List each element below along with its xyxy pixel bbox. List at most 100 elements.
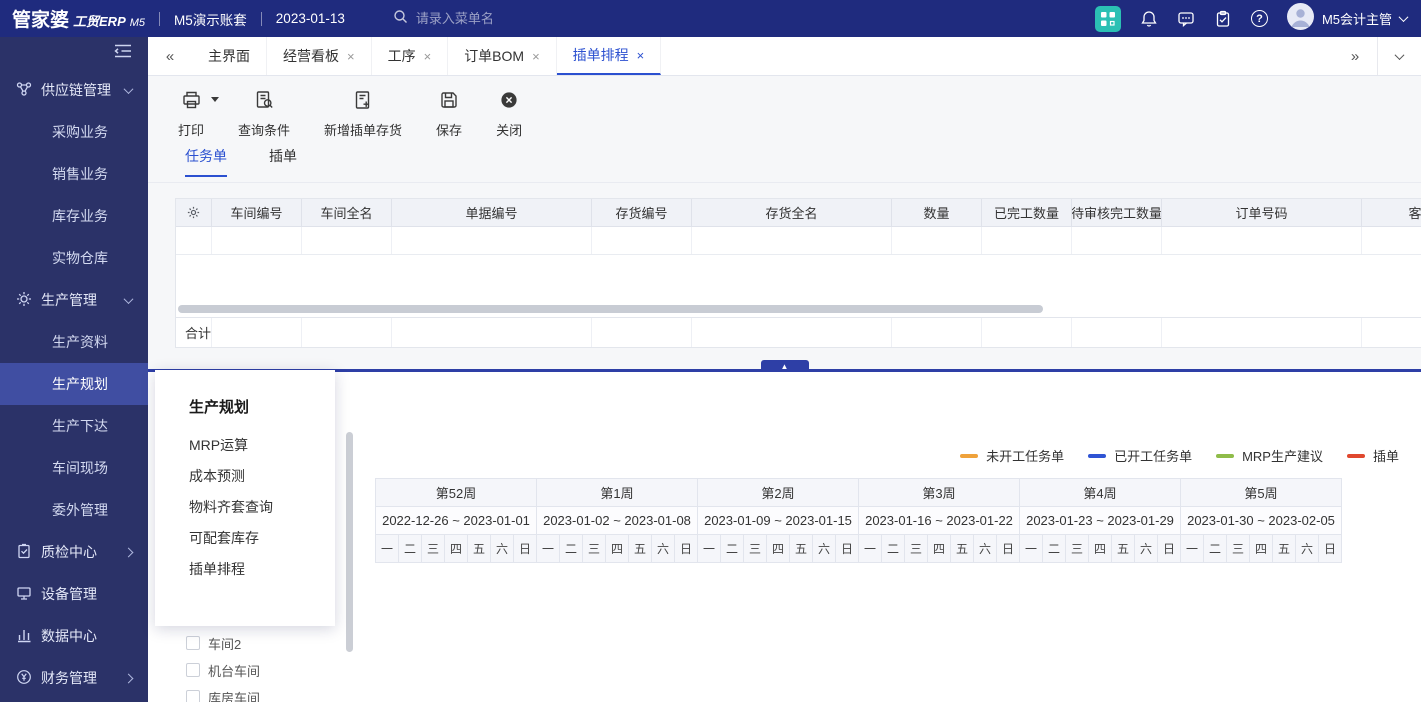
menu-item-mrp-calculation[interactable]: MRP运算 (155, 429, 335, 460)
column-header-item-code[interactable]: 存货编号 (592, 199, 692, 226)
sidebar-item-outsourcing[interactable]: 委外管理 (0, 489, 148, 531)
tab-main-screen[interactable]: 主界面 (192, 37, 267, 75)
tasks-clipboard-icon[interactable] (1214, 10, 1232, 28)
sidebar-item-inventory[interactable]: 库存业务 (0, 195, 148, 237)
tab-order-bom[interactable]: 订单BOM × (448, 37, 556, 75)
query-document-icon (254, 90, 274, 113)
horizontal-scrollbar[interactable] (178, 305, 1043, 313)
menu-item-cost-forecast[interactable]: 成本预测 (155, 460, 335, 491)
sidebar-group-finance[interactable]: 财务管理 (0, 657, 148, 699)
query-conditions-button[interactable]: 查询条件 (238, 90, 290, 139)
column-header-workshop-name[interactable]: 车间全名 (302, 199, 392, 226)
menu-item-insert-order-scheduling[interactable]: 插单排程 (155, 553, 335, 584)
user-menu[interactable]: M5会计主管 (1287, 3, 1407, 35)
workshop-checkbox-row[interactable]: 车间2 (186, 635, 260, 651)
sidebar-group-quality[interactable]: 质检中心 (0, 531, 148, 573)
calendar-day-label: 日 (675, 535, 697, 562)
sidebar-item-workshop-floor[interactable]: 车间现场 (0, 447, 148, 489)
chevron-down-icon (1395, 50, 1405, 60)
user-name: M5会计主管 (1322, 9, 1392, 28)
column-header-workshop-code[interactable]: 车间编号 (212, 199, 302, 226)
calendar-day-label: 五 (468, 535, 490, 562)
subtab-task-orders[interactable]: 任务单 (185, 146, 227, 177)
chevron-down-icon (124, 294, 134, 304)
chevron-right-icon (124, 673, 134, 683)
save-button[interactable]: 保存 (436, 90, 462, 139)
splitter-collapse-handle[interactable]: ▲ (761, 360, 809, 372)
sidebar-item-purchase[interactable]: 采购业务 (0, 111, 148, 153)
calendar-day-label: 五 (951, 535, 973, 562)
chevron-down-icon (1399, 12, 1409, 22)
calendar-week-range: 2022-12-26 ~ 2023-01-01 (376, 507, 536, 534)
notifications-bell-icon[interactable] (1140, 10, 1158, 28)
checkbox[interactable] (186, 663, 200, 677)
tabs-scroll-left-button[interactable]: « (148, 37, 192, 75)
print-button[interactable]: 打印 (178, 90, 204, 139)
vertical-scrollbar[interactable] (346, 432, 353, 652)
workshop-checkbox-row[interactable]: 机台车间 (186, 662, 260, 678)
sidebar-item-production-release[interactable]: 生产下达 (0, 405, 148, 447)
calendar-day-label: 六 (1296, 535, 1318, 562)
weilianbao-app-icon[interactable] (1095, 6, 1121, 32)
subtab-insert-orders[interactable]: 插单 (269, 146, 297, 177)
tab-business-dashboard[interactable]: 经营看板 × (267, 37, 372, 75)
tabs-scroll-right-button[interactable]: » (1333, 37, 1377, 75)
add-insert-order-item-button[interactable]: 新增插单存货 (324, 90, 402, 139)
gantt-panel: 未开工任务单 已开工任务单 MRP生产建议 插单 第52周第1周第2周第3周第4… (148, 372, 1421, 702)
close-tab-icon[interactable]: × (424, 50, 432, 63)
menu-item-material-kit-query[interactable]: 物料齐套查询 (155, 491, 335, 522)
checkbox[interactable] (186, 636, 200, 650)
close-tab-icon[interactable]: × (637, 49, 645, 62)
column-header-quantity[interactable]: 数量 (892, 199, 982, 226)
menu-search[interactable] (393, 9, 546, 29)
calendar-day-label: 二 (721, 535, 743, 562)
chevron-down-icon (124, 84, 134, 94)
column-settings-button[interactable] (176, 199, 212, 226)
sidebar-collapse-button[interactable] (0, 37, 148, 69)
column-header-document-no[interactable]: 单据编号 (392, 199, 592, 226)
task-order-table: 车间编号 车间全名 单据编号 存货编号 存货全名 数量 已完工数量 待审核完工数… (175, 198, 1421, 348)
column-header-finished-qty[interactable]: 已完工数量 (982, 199, 1072, 226)
column-header-customer[interactable]: 客户 (1362, 199, 1421, 226)
tab-insert-order-scheduling[interactable]: 插单排程 × (557, 37, 662, 75)
calendar-day-label: 五 (790, 535, 812, 562)
calendar-day-label: 一 (1181, 535, 1203, 562)
close-tab-icon[interactable]: × (532, 50, 540, 63)
sidebar-group-production[interactable]: 生产管理 (0, 279, 148, 321)
calendar-week-label: 第5周 (1181, 479, 1341, 506)
save-floppy-icon (439, 90, 459, 113)
legend-swatch (1216, 454, 1234, 458)
calendar-week-range: 2023-01-02 ~ 2023-01-08 (537, 507, 697, 534)
business-date[interactable]: 2023-01-13 (276, 11, 345, 26)
tabs-dropdown-button[interactable] (1377, 37, 1421, 75)
account-set-label[interactable]: M5演示账套 (174, 9, 247, 29)
sidebar-item-sales[interactable]: 销售业务 (0, 153, 148, 195)
calendar-week-label: 第4周 (1020, 479, 1180, 506)
subtabs: 任务单 插单 (185, 146, 297, 177)
tab-process[interactable]: 工序 × (372, 37, 449, 75)
checkbox[interactable] (186, 690, 200, 702)
sidebar-item-physical-warehouse[interactable]: 实物仓库 (0, 237, 148, 279)
column-header-pending-audit-qty[interactable]: 待审核完工数量 (1072, 199, 1162, 226)
sidebar-group-data-center[interactable]: 数据中心 (0, 615, 148, 657)
sidebar-item-production-data[interactable]: 生产资料 (0, 321, 148, 363)
menu-item-available-kit-stock[interactable]: 可配套库存 (155, 522, 335, 553)
calendar-day-label: 六 (813, 535, 835, 562)
sidebar-group-supply-chain[interactable]: 供应链管理 (0, 69, 148, 111)
calendar-day-label: 三 (905, 535, 927, 562)
calendar-day-label: 一 (537, 535, 559, 562)
column-header-item-name[interactable]: 存货全名 (692, 199, 892, 226)
sidebar-group-equipment[interactable]: 设备管理 (0, 573, 148, 615)
close-button[interactable]: 关闭 (496, 90, 522, 139)
close-tab-icon[interactable]: × (347, 50, 355, 63)
calendar-week-range: 2023-01-23 ~ 2023-01-29 (1020, 507, 1180, 534)
tab-strip-right: » (1333, 37, 1421, 75)
calendar-week-label: 第3周 (859, 479, 1019, 506)
workshop-checkbox-row[interactable]: 库房车间 (186, 689, 260, 702)
messages-chat-icon[interactable] (1177, 10, 1195, 28)
sidebar-item-production-planning[interactable]: 生产规划 (0, 363, 148, 405)
print-dropdown-caret[interactable] (211, 97, 219, 106)
column-header-order-no[interactable]: 订单号码 (1162, 199, 1362, 226)
help-icon[interactable]: ? (1251, 10, 1268, 27)
search-input[interactable] (416, 11, 546, 26)
